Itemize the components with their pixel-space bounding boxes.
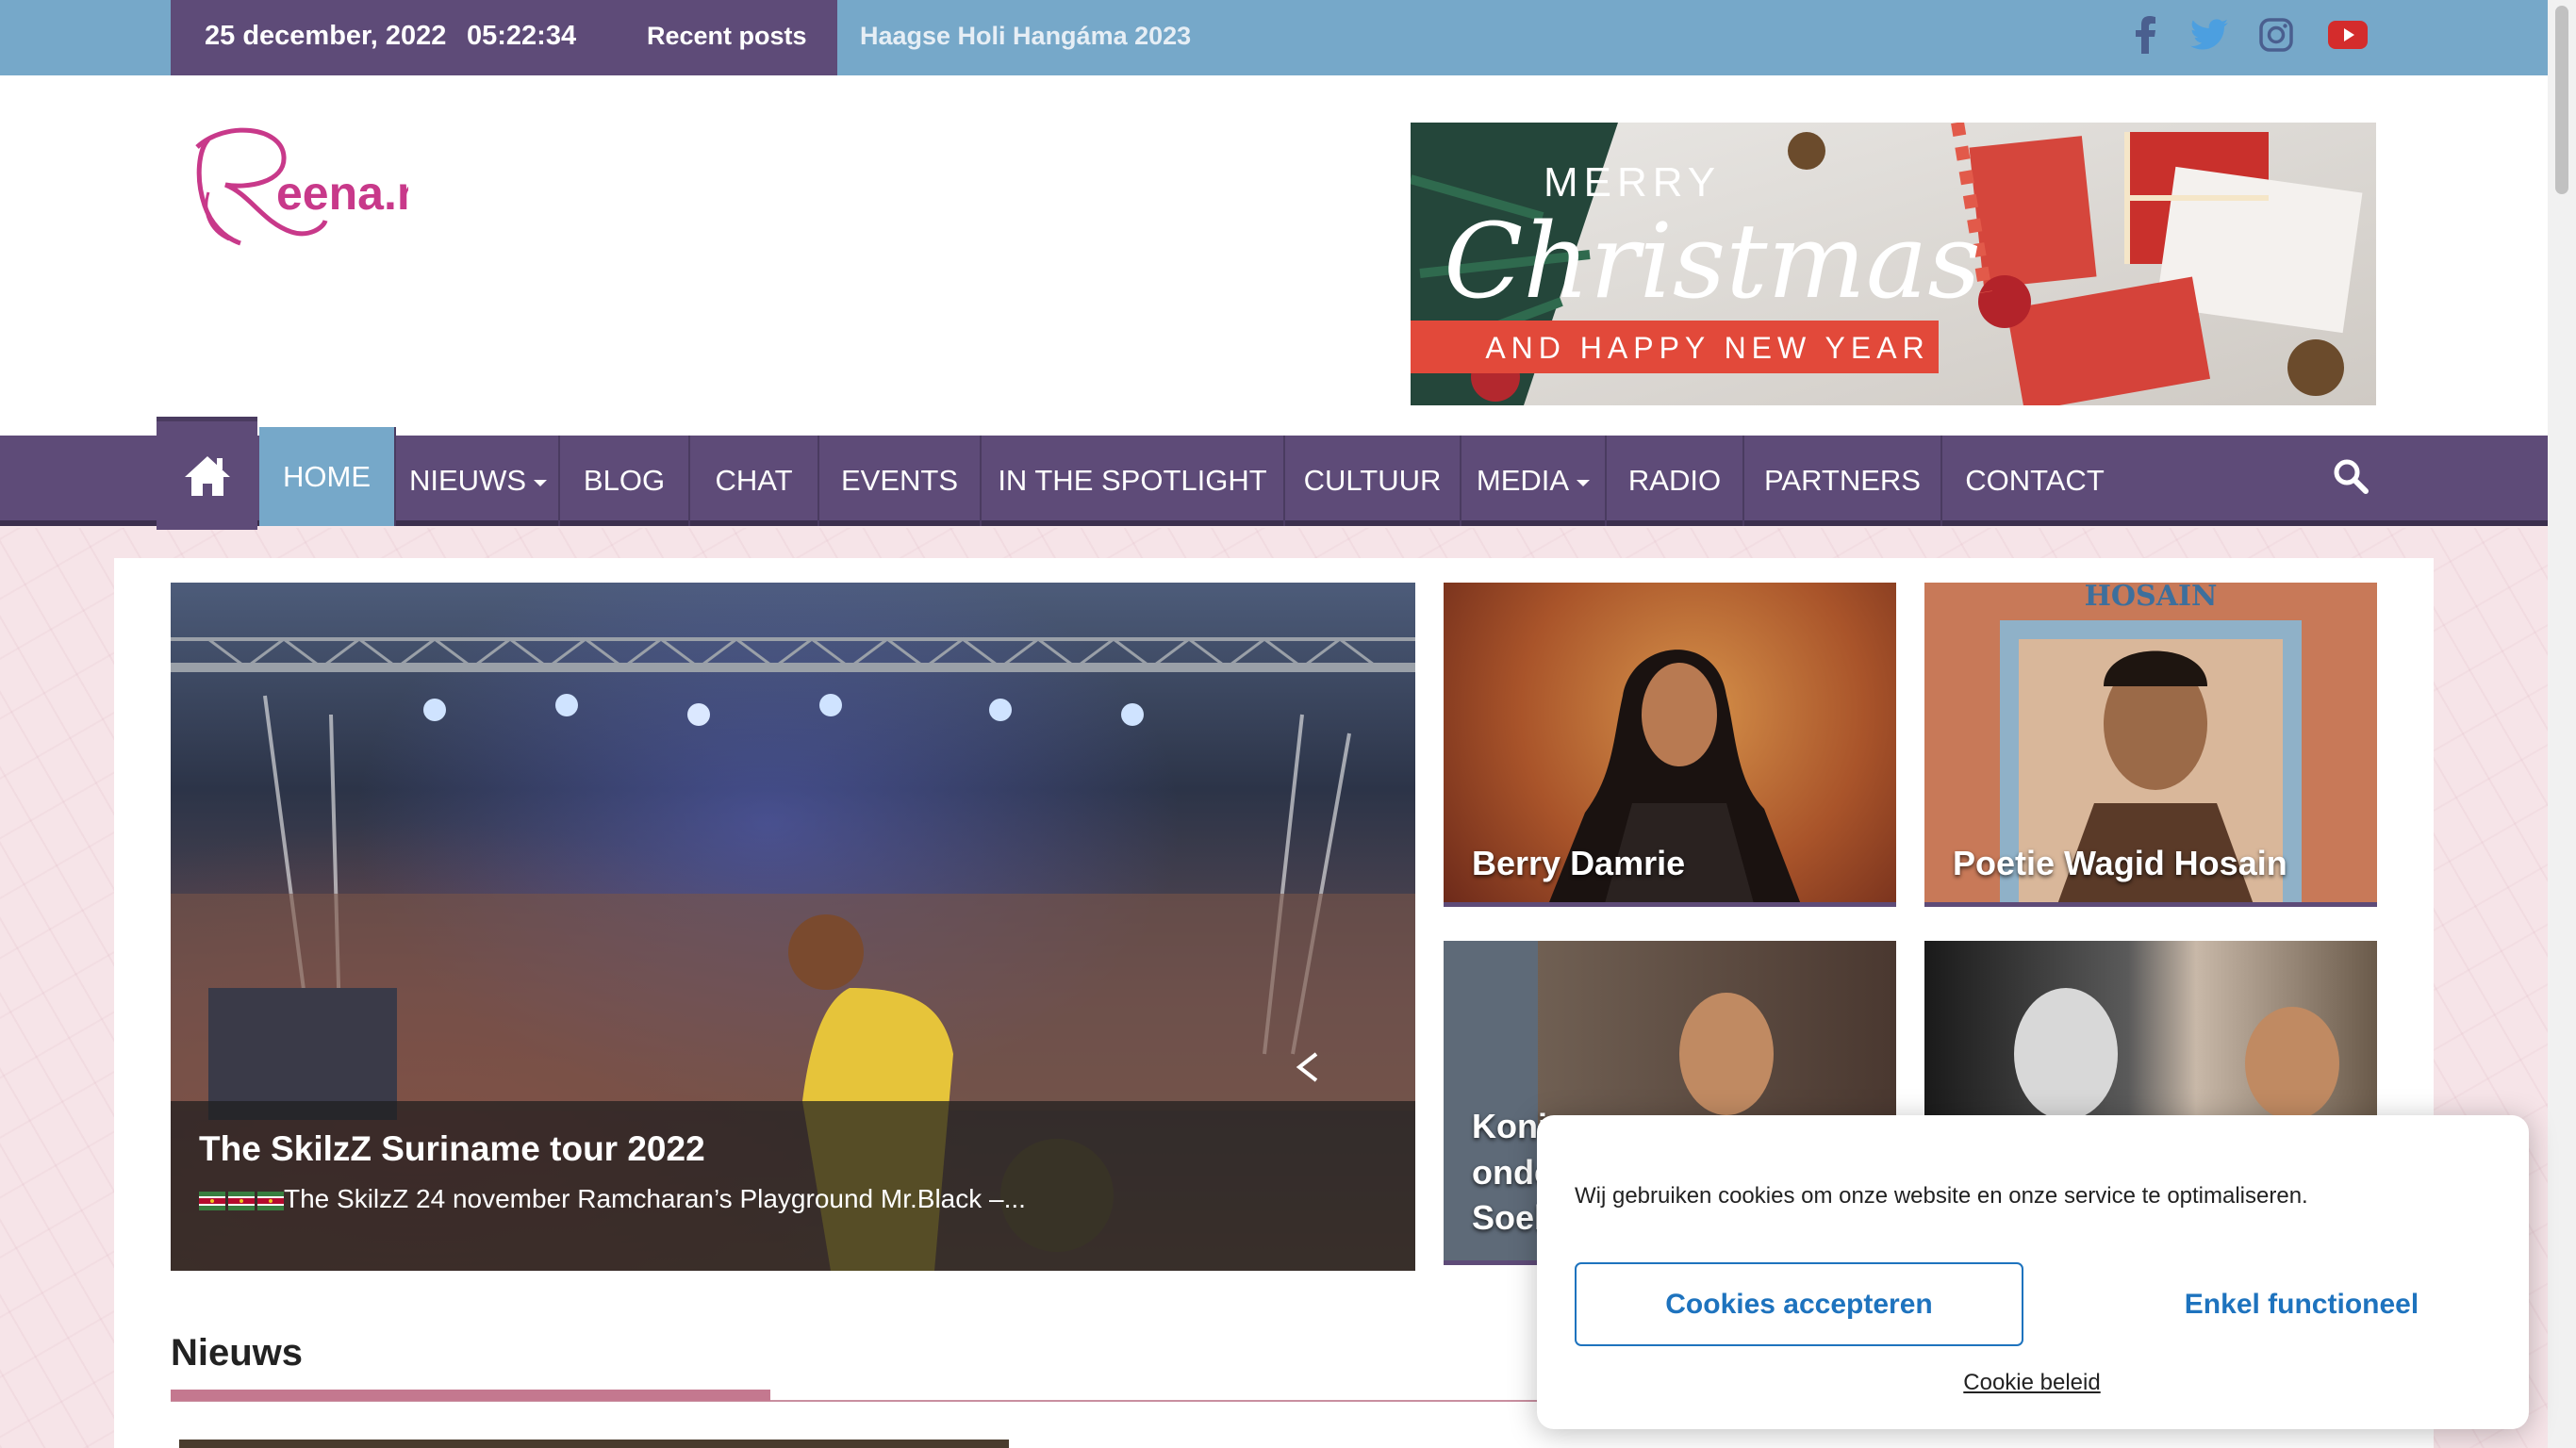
accept-cookies-button[interactable]: Cookies accepteren — [1575, 1262, 2023, 1346]
functional-only-button[interactable]: Enkel functioneel — [2099, 1262, 2504, 1346]
current-date: 25 december, 2022 — [205, 21, 447, 51]
featured-title[interactable]: The SkilzZ Suriname tour 2022 — [199, 1129, 705, 1169]
tile-title: Poetie Wagid Hosain — [1953, 844, 2287, 882]
scrollbar-thumb[interactable] — [2555, 6, 2568, 194]
featured-caption: The SkilzZ Suriname tour 2022 The SkilzZ… — [171, 1101, 1415, 1271]
nav-events[interactable]: EVENTS — [819, 436, 982, 526]
banner-new-year: AND HAPPY NEW YEAR — [1485, 331, 1929, 365]
home-icon — [184, 455, 230, 496]
twitter-icon[interactable] — [2186, 11, 2233, 58]
chevron-down-icon — [534, 479, 547, 486]
recent-post-ticker-link[interactable]: Haagse Holi Hangáma 2023 — [860, 22, 1191, 51]
article-thumbnail[interactable] — [179, 1440, 1009, 1448]
tile-title: Berry Damrie — [1472, 844, 1686, 882]
section-heading-nieuws: Nieuws — [171, 1332, 304, 1374]
cookie-consent-dialog: Wij gebruiken cookies om onze website en… — [1537, 1115, 2529, 1429]
current-time: 05:22:34 — [467, 21, 577, 51]
christmas-banner[interactable]: MERRY Christmas AND HAPPY NEW YEAR — [1411, 123, 2376, 405]
featured-excerpt: The SkilzZ 24 november Ramcharan’s Playg… — [199, 1184, 1026, 1214]
cookie-policy-link[interactable]: Cookie beleid — [1914, 1370, 2150, 1396]
banner-merry: MERRY — [1544, 159, 1721, 206]
svg-text:HOSAIN: HOSAIN — [2085, 583, 2218, 613]
banner-christmas: Christmas — [1444, 201, 1981, 321]
recent-posts-label: Recent posts — [647, 22, 807, 50]
youtube-icon[interactable] — [2324, 11, 2371, 58]
search-icon[interactable] — [2327, 452, 2374, 500]
nav-nieuws[interactable]: NIEUWS — [398, 436, 560, 526]
nav-partners[interactable]: PARTNERS — [1744, 436, 1942, 526]
nav-contact[interactable]: CONTACT — [1942, 436, 2127, 526]
article-tile[interactable]: Berry Damrie — [1444, 583, 1896, 907]
nav-cultuur[interactable]: CULTUUR — [1285, 436, 1461, 526]
svg-text:eena.nl: eena.nl — [276, 167, 408, 220]
page-scrollbar[interactable] — [2548, 0, 2576, 1448]
instagram-icon[interactable] — [2253, 11, 2300, 58]
featured-slider[interactable]: The SkilzZ Suriname tour 2022 The SkilzZ… — [171, 583, 1415, 1271]
cookie-message: Wij gebruiken cookies om onze website en… — [1575, 1183, 2308, 1209]
nav-home[interactable]: HOME — [259, 427, 396, 526]
section-accent-bar — [171, 1390, 770, 1401]
facebook-icon[interactable] — [2122, 11, 2170, 58]
nav-blog[interactable]: BLOG — [560, 436, 690, 526]
nav-in-the-spotlight[interactable]: IN THE SPOTLIGHT — [982, 436, 1285, 526]
chevron-down-icon — [1577, 479, 1591, 486]
flag-icons — [199, 1191, 284, 1210]
article-tile[interactable]: HOSAIN Poetie Wagid Hosain — [1924, 583, 2377, 907]
nav-home-button[interactable] — [157, 417, 257, 530]
nav-media[interactable]: MEDIA — [1461, 436, 1607, 526]
nav-chat[interactable]: CHAT — [690, 436, 819, 526]
nav-radio[interactable]: RADIO — [1607, 436, 1744, 526]
site-logo[interactable]: eena.nl — [171, 119, 438, 258]
